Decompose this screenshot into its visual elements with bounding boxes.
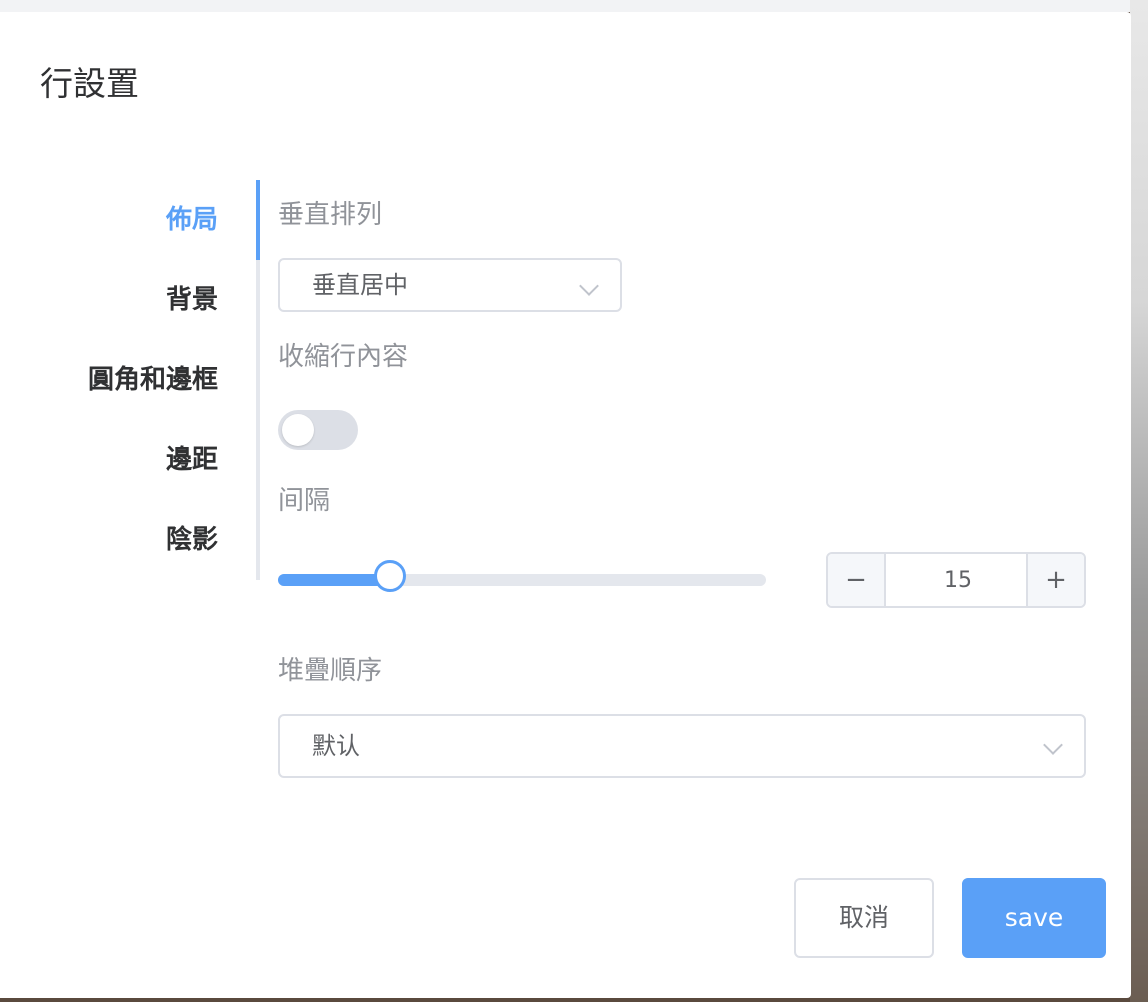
gap-slider-handle[interactable] [374, 560, 407, 592]
stack-order-value: 默认 [312, 732, 360, 760]
dialog-title: 行設置 [40, 64, 139, 103]
toggle-knob [282, 414, 314, 446]
chevron-down-icon [579, 276, 599, 296]
save-button[interactable]: save [962, 878, 1106, 958]
tab-layout[interactable]: 佈局 [166, 180, 218, 260]
settings-tabs: 佈局 背景 圓角和邊框 邊距 陰影 [0, 180, 260, 580]
gap-slider[interactable] [278, 560, 766, 592]
tab-background[interactable]: 背景 [166, 260, 218, 340]
stack-order-select[interactable]: 默认 [278, 714, 1086, 778]
page-backdrop-top [0, 0, 1148, 12]
vertical-align-label: 垂直排列 [278, 200, 383, 230]
shrink-content-toggle[interactable] [278, 410, 358, 450]
gap-label: 间隔 [278, 486, 331, 516]
cancel-button[interactable]: 取消 [794, 878, 934, 958]
stack-order-label: 堆疊順序 [278, 656, 383, 686]
tabs-active-indicator [256, 180, 260, 260]
chevron-down-icon [1043, 735, 1063, 755]
gap-value-field[interactable] [886, 554, 1030, 606]
page-backdrop-right [1130, 0, 1148, 1002]
vertical-align-value: 垂直居中 [312, 271, 408, 299]
shrink-content-label: 收縮行內容 [278, 342, 409, 372]
tab-margin[interactable]: 邊距 [166, 420, 218, 500]
tab-shadow[interactable]: 陰影 [166, 500, 218, 580]
decrement-button[interactable]: − [828, 554, 886, 606]
gap-number-input: − + [826, 552, 1086, 608]
tab-radius-border[interactable]: 圓角和邊框 [88, 340, 218, 420]
row-settings-dialog: 行設置 佈局 背景 圓角和邊框 邊距 陰影 垂直排列 垂直居中 收縮行內容 间隔… [0, 12, 1131, 998]
vertical-align-select[interactable]: 垂直居中 [278, 258, 622, 312]
increment-button[interactable]: + [1026, 554, 1084, 606]
